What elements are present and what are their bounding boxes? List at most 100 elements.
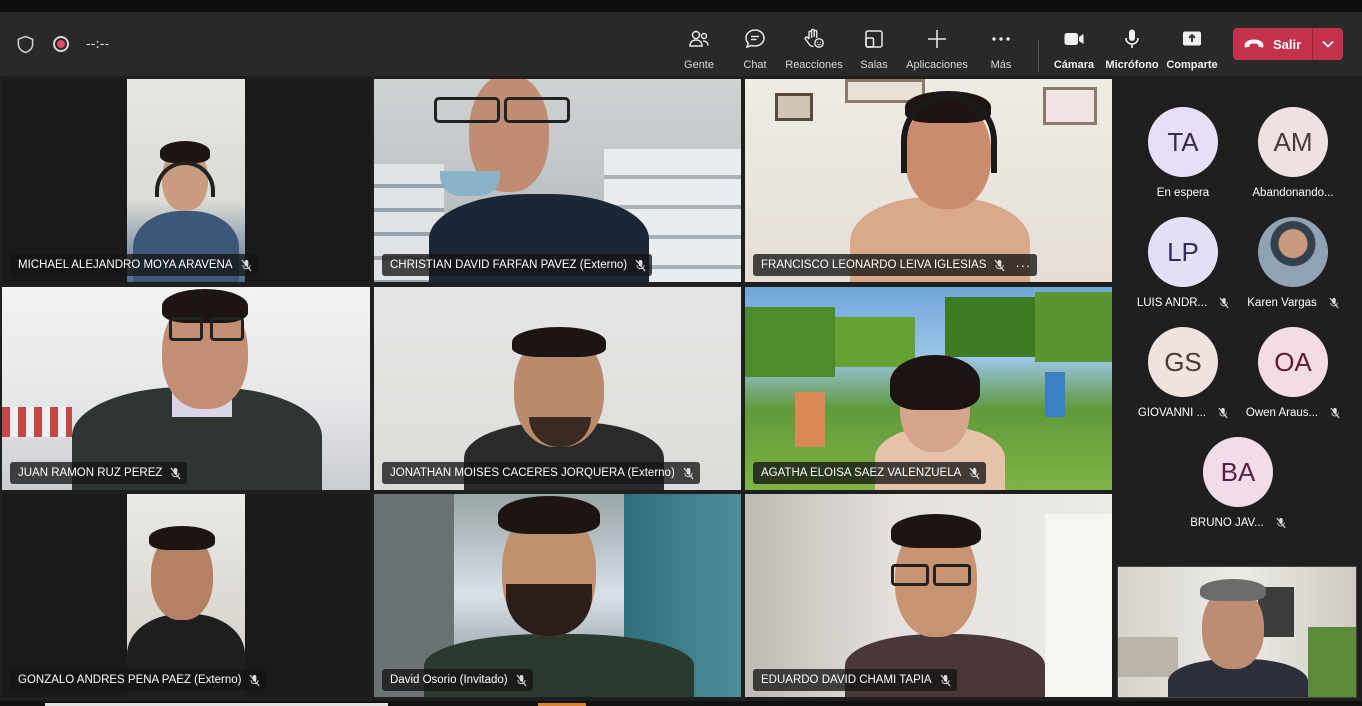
mic-muted-icon <box>249 674 260 686</box>
breakout-rooms-icon <box>865 30 883 48</box>
avatar: OA <box>1258 327 1328 397</box>
avatar: TA <box>1148 107 1218 177</box>
participant-video <box>374 79 741 282</box>
video-tile[interactable]: AGATHA ELOISA SAEZ VALENZUELA <box>745 287 1112 490</box>
apps-label: Aplicaciones <box>906 59 968 71</box>
chat-icon <box>745 29 765 49</box>
participant-name-tag: EDUARDO DAVID CHAMI TAPIA <box>753 669 957 691</box>
avatar: BA <box>1203 437 1273 507</box>
roster-participant[interactable]: AM Abandonando... <box>1238 107 1348 199</box>
meeting-toolbar: --:-- Gente Chat Reacciones Salas Aplica… <box>0 12 1362 76</box>
mic-muted-icon <box>683 467 694 479</box>
roster-label: Owen Araus... <box>1245 407 1319 419</box>
roster-label-row: GIOVANNI ... <box>1128 407 1238 419</box>
teams-meeting-window: --:-- Gente Chat Reacciones Salas Aplica… <box>0 0 1362 706</box>
participant-name-tag: David Osorio (Invitado) <box>382 669 533 691</box>
roster-label: En espera <box>1156 187 1210 199</box>
roster-label: BRUNO JAV... <box>1190 517 1264 529</box>
mic-muted-icon <box>1330 407 1340 419</box>
video-tile[interactable]: GONZALO ANDRES PENA PAEZ (Externo) <box>2 494 370 697</box>
participant-name-tag: JONATHAN MOISES CACERES JORQUERA (Extern… <box>382 462 700 484</box>
participant-name: EDUARDO DAVID CHAMI TAPIA <box>761 674 932 686</box>
shield-icon[interactable] <box>16 35 35 54</box>
mic-muted-icon <box>1219 297 1229 309</box>
microphone-button[interactable]: Micrófono <box>1098 25 1166 77</box>
participant-video <box>745 494 1112 697</box>
mic-muted-icon <box>940 674 951 686</box>
mic-muted-icon <box>1329 297 1339 309</box>
participant-name-tag: JUAN RAMON RUZ PEREZ <box>10 462 188 484</box>
toolbar-divider <box>1038 40 1039 72</box>
participant-name: David Osorio (Invitado) <box>390 674 508 686</box>
participant-name: GONZALO ANDRES PENA PAEZ (Externo) <box>18 674 242 686</box>
more-icon <box>992 37 1010 41</box>
participant-name: AGATHA ELOISA SAEZ VALENZUELA <box>761 467 962 479</box>
roster-label-row: En espera <box>1128 187 1238 199</box>
leave-options-button[interactable] <box>1313 28 1343 60</box>
leave-button-group: Salir <box>1233 28 1343 60</box>
share-label: Comparte <box>1166 59 1218 71</box>
participant-name: CHRISTIAN DAVID FARFAN PAVEZ (Externo) <box>390 259 628 271</box>
more-button[interactable]: Más <box>967 25 1035 77</box>
video-tile[interactable]: MICHAEL ALEJANDRO MOYA ARAVENA <box>2 79 370 282</box>
roster-label-row: Abandonando... <box>1238 187 1348 199</box>
roster-participant[interactable]: LP LUIS ANDR... <box>1128 217 1238 309</box>
mic-muted-icon <box>241 259 252 271</box>
participant-video <box>374 287 741 490</box>
video-tile[interactable]: CHRISTIAN DAVID FARFAN PAVEZ (Externo) <box>374 79 741 282</box>
reactions-label: Reacciones <box>785 59 843 71</box>
video-tile[interactable]: JONATHAN MOISES CACERES JORQUERA (Extern… <box>374 287 741 490</box>
video-tile[interactable]: EDUARDO DAVID CHAMI TAPIA <box>745 494 1112 697</box>
roster-participant[interactable]: GS GIOVANNI ... <box>1128 327 1238 419</box>
participant-name-tag: MICHAEL ALEJANDRO MOYA ARAVENA <box>10 254 258 276</box>
mic-muted-icon <box>994 259 1005 271</box>
roster-label: GIOVANNI ... <box>1137 407 1207 419</box>
roster-participant[interactable]: TA En espera <box>1128 107 1238 199</box>
participant-video <box>745 79 1112 282</box>
apps-button[interactable]: Aplicaciones <box>903 25 971 77</box>
roster-participant[interactable]: Karen Vargas <box>1238 217 1348 309</box>
roster-label-row: LUIS ANDR... <box>1128 297 1238 309</box>
avatar: LP <box>1148 217 1218 287</box>
participant-name-tag: FRANCISCO LEONARDO LEIVA IGLESIAS ··· <box>753 254 1038 276</box>
roster-label-row: Owen Araus... <box>1238 407 1348 419</box>
roster-label: Karen Vargas <box>1247 297 1317 309</box>
roster-label-row: BRUNO JAV... <box>1183 517 1293 529</box>
more-options-icon[interactable]: ··· <box>1015 258 1031 273</box>
meeting-timer: --:-- <box>86 37 110 52</box>
reactions-button[interactable]: Reacciones <box>780 25 848 77</box>
roster-label: LUIS ANDR... <box>1136 297 1208 309</box>
bottom-progress-strip <box>0 701 1362 706</box>
roster-participant[interactable]: OA Owen Araus... <box>1238 327 1348 419</box>
hang-up-icon <box>1244 39 1264 48</box>
chat-button[interactable]: Chat <box>721 25 789 77</box>
mic-muted-icon <box>969 467 980 479</box>
recording-icon <box>53 36 69 52</box>
rooms-label: Salas <box>860 59 888 71</box>
video-tile[interactable]: JUAN RAMON RUZ PEREZ <box>2 287 370 490</box>
participant-video <box>374 494 741 697</box>
roster-label-row: Karen Vargas <box>1238 297 1348 309</box>
participant-name-tag: AGATHA ELOISA SAEZ VALENZUELA <box>753 462 987 484</box>
plus-icon <box>928 30 946 48</box>
roster-participant[interactable]: BA BRUNO JAV... <box>1183 437 1293 529</box>
avatar: GS <box>1148 327 1218 397</box>
self-view-video[interactable] <box>1117 566 1357 698</box>
people-icon <box>689 30 709 47</box>
participant-name: JONATHAN MOISES CACERES JORQUERA (Extern… <box>390 467 675 479</box>
participant-name-tag: CHRISTIAN DAVID FARFAN PAVEZ (Externo) <box>382 254 653 276</box>
video-tile[interactable]: David Osorio (Invitado) <box>374 494 741 697</box>
participant-video <box>745 287 1112 490</box>
roster-label: Abandonando... <box>1252 187 1334 199</box>
participant-name-tag: GONZALO ANDRES PENA PAEZ (Externo) <box>10 669 267 691</box>
title-strip <box>0 0 1362 12</box>
video-tile[interactable]: FRANCISCO LEONARDO LEIVA IGLESIAS ··· <box>745 79 1112 282</box>
breakout-rooms-button[interactable]: Salas <box>840 25 908 77</box>
share-button[interactable]: Comparte <box>1158 25 1226 77</box>
mic-muted-icon <box>1218 407 1228 419</box>
avatar-photo <box>1258 217 1328 287</box>
leave-label: Salir <box>1273 36 1302 52</box>
leave-button[interactable]: Salir <box>1233 28 1312 60</box>
microphone-label: Micrófono <box>1105 59 1159 71</box>
mic-muted-icon <box>170 467 181 479</box>
